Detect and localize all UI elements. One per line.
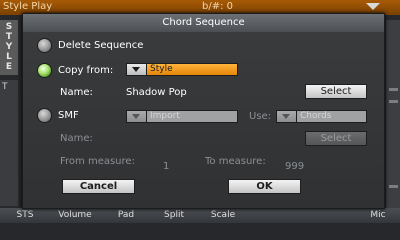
tab-volume[interactable]: Volume	[50, 208, 100, 223]
chevron-down-icon	[132, 114, 140, 119]
mode-title: Style Play	[3, 1, 53, 12]
copy-name-value: Shadow Pop	[126, 87, 187, 98]
menu-arrow-icon[interactable]	[366, 3, 380, 10]
smf-label: SMF	[58, 110, 79, 121]
cancel-button[interactable]: Cancel	[62, 179, 135, 194]
to-measure-value[interactable]: 999	[285, 161, 304, 173]
chord-sequence-dialog: Chord Sequence Delete Sequence Copy from…	[22, 13, 385, 209]
tab-split[interactable]: Split	[152, 208, 196, 223]
tab-sts[interactable]: STS	[8, 208, 42, 223]
bottom-tab-bar: STS Volume Pad Split Scale Mic	[0, 208, 400, 223]
smf-radio[interactable]	[38, 109, 51, 122]
copy-from-label: Copy from:	[58, 65, 114, 76]
ok-button[interactable]: OK	[228, 179, 301, 194]
left-panel-label: T	[2, 82, 8, 92]
smf-name-label: Name:	[60, 133, 93, 144]
dropdown-button[interactable]	[127, 111, 147, 122]
measure-indicator: b/#: 0	[202, 1, 234, 12]
chevron-down-icon	[282, 114, 290, 119]
delete-sequence-radio[interactable]	[38, 39, 51, 52]
right-panel-mark	[389, 185, 398, 188]
right-panel	[386, 20, 400, 208]
left-panel	[0, 80, 18, 206]
delete-sequence-label: Delete Sequence	[58, 40, 144, 51]
tab-pad[interactable]: Pad	[108, 208, 144, 223]
from-measure-label: From measure:	[60, 156, 135, 167]
smf-value: Import	[147, 111, 237, 122]
copy-select-button[interactable]: Select	[305, 84, 367, 99]
copy-from-select[interactable]: Style	[126, 63, 238, 76]
style-side-tab[interactable]: STYLE	[0, 20, 18, 75]
dropdown-button[interactable]	[277, 111, 297, 122]
smf-select[interactable]: Import	[126, 110, 238, 123]
style-side-label: STYLE	[5, 22, 13, 72]
right-panel-mark	[389, 88, 398, 91]
copy-from-value: Style	[147, 64, 237, 75]
tab-scale[interactable]: Scale	[200, 208, 246, 223]
chevron-down-icon	[132, 67, 140, 72]
copy-name-label: Name:	[60, 87, 93, 98]
use-label: Use:	[249, 111, 272, 122]
use-select[interactable]: Chords	[276, 110, 367, 123]
dialog-title: Chord Sequence	[23, 14, 384, 32]
copy-from-radio[interactable]	[38, 64, 51, 77]
tab-mic[interactable]: Mic	[360, 208, 396, 223]
dropdown-button[interactable]	[127, 64, 147, 75]
smf-select-button[interactable]: Select	[305, 131, 367, 146]
use-value: Chords	[297, 111, 366, 122]
to-measure-label: To measure:	[205, 156, 266, 167]
right-panel-mark	[389, 100, 398, 103]
from-measure-value[interactable]: 1	[163, 161, 169, 173]
